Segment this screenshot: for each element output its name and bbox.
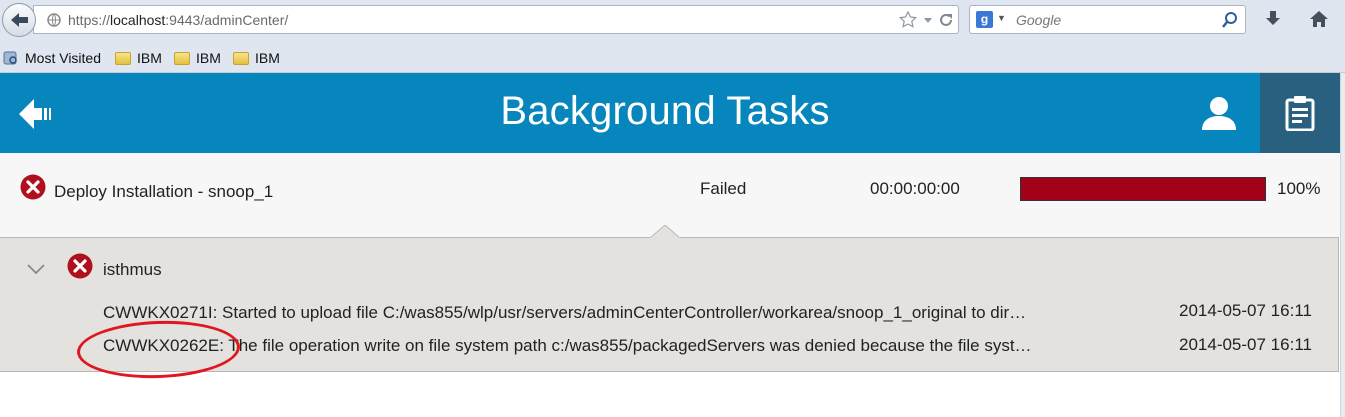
page-title: Background Tasks <box>500 89 830 133</box>
back-arrow-icon <box>11 13 28 27</box>
bookmark-label: Most Visited <box>25 50 101 66</box>
error-icon <box>20 174 46 200</box>
task-status: Failed <box>700 179 747 198</box>
bookmark-label: IBM <box>255 50 280 66</box>
browser-nav-bar: https://localhost:9443/adminCenter/ g ▼ … <box>0 0 1345 44</box>
downloads-icon[interactable] <box>1263 9 1283 29</box>
bookmark-label: IBM <box>137 50 162 66</box>
error-icon <box>67 253 93 279</box>
expanded-pointer <box>650 225 680 239</box>
task-elapsed-time: 00:00:00:00 <box>870 179 960 198</box>
user-icon[interactable] <box>1199 95 1239 131</box>
web-search-box[interactable]: g ▼ Google <box>969 5 1246 34</box>
folder-icon <box>174 51 190 65</box>
site-identity-icon[interactable] <box>46 13 62 27</box>
bookmark-ibm-1[interactable]: IBM <box>115 50 162 66</box>
url-path: :9443/adminCenter/ <box>165 12 289 28</box>
folder-icon <box>115 51 131 65</box>
url-prefix: https:// <box>68 12 111 28</box>
search-placeholder: Google <box>1016 12 1062 28</box>
bookmarks-icon <box>3 51 17 65</box>
home-icon[interactable] <box>1308 9 1330 29</box>
bookmark-ibm-2[interactable]: IBM <box>174 50 221 66</box>
bookmark-label: IBM <box>196 50 221 66</box>
search-engine-icon[interactable]: g <box>976 11 993 28</box>
task-name: Deploy Installation - snoop_1 <box>54 182 274 201</box>
search-icon[interactable] <box>1221 11 1239 29</box>
browser-back-button[interactable] <box>2 3 36 37</box>
log-message: CWWKX0262E: The file operation write on … <box>103 336 1032 355</box>
server-name: isthmus <box>103 260 162 279</box>
reload-icon[interactable] <box>938 12 954 28</box>
log-timestamp: 2014-05-07 16:11 <box>1179 335 1312 354</box>
log-timestamp: 2014-05-07 16:11 <box>1179 301 1312 320</box>
app-header: Background Tasks <box>0 73 1345 153</box>
folder-icon <box>233 51 249 65</box>
task-progress-percent: 100% <box>1277 179 1321 198</box>
url-dropdown-icon[interactable] <box>922 14 934 26</box>
clipboard-icon <box>1285 96 1315 131</box>
progress-fill <box>1021 178 1265 200</box>
url-text[interactable]: https://localhost:9443/adminCenter/ <box>68 12 288 28</box>
task-progress-bar <box>1020 177 1266 201</box>
scrollbar-track[interactable] <box>1340 73 1345 417</box>
bookmark-ibm-3[interactable]: IBM <box>233 50 280 66</box>
chevron-down-icon[interactable] <box>26 262 46 276</box>
search-engine-caret-icon[interactable]: ▼ <box>997 13 1006 23</box>
background-tasks-button[interactable] <box>1260 73 1340 153</box>
bookmark-most-visited[interactable]: Most Visited <box>3 50 101 66</box>
bookmarks-toolbar: Most Visited IBM IBM IBM <box>0 44 1345 73</box>
url-host: localhost <box>110 12 166 28</box>
bookmark-star-icon[interactable] <box>898 10 918 30</box>
url-bar[interactable]: https://localhost:9443/adminCenter/ <box>33 5 959 34</box>
log-message: CWWKX0271I: Started to upload file C:/wa… <box>103 303 1027 322</box>
